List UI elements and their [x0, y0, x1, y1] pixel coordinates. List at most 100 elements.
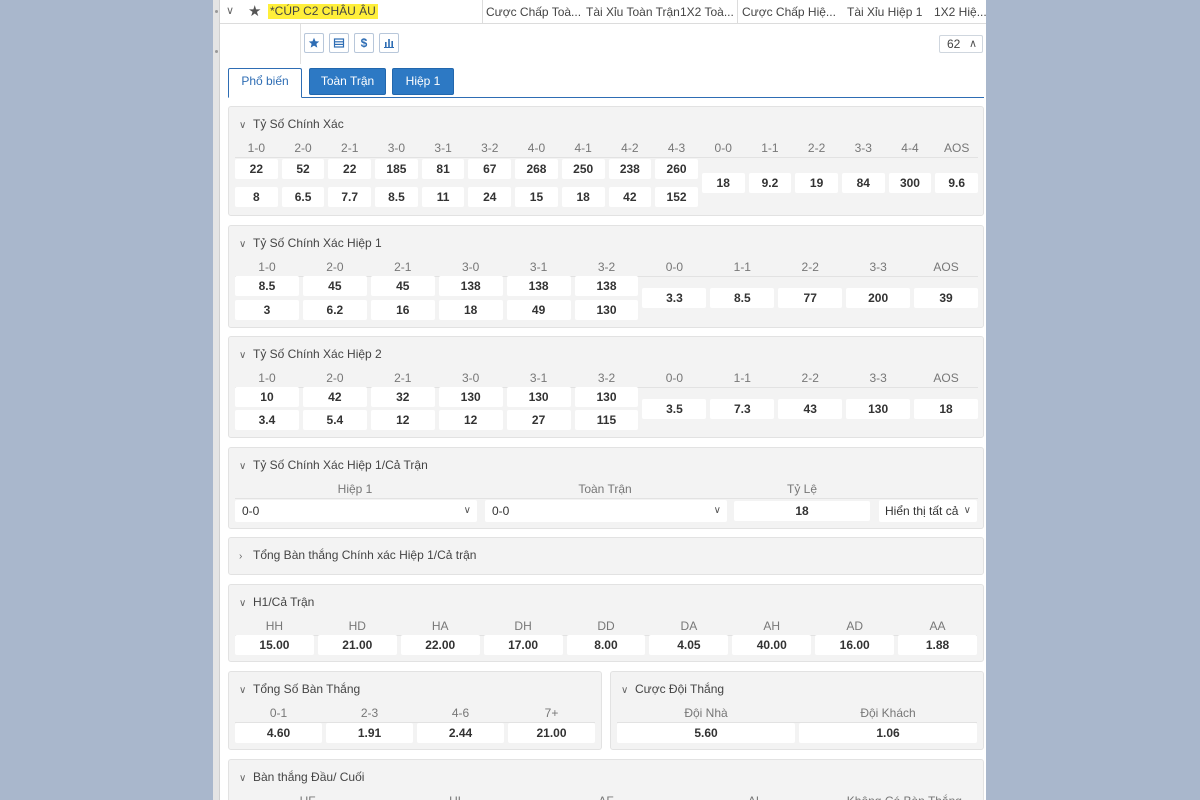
odds-cell[interactable]: 21.00	[508, 723, 595, 743]
odds-cell[interactable]: 3	[235, 300, 299, 320]
odds-cell[interactable]: 238	[608, 159, 652, 179]
section-header[interactable]: ∨ H1/Cả Trận	[239, 595, 314, 609]
odds-cell[interactable]: 130	[846, 398, 911, 419]
column-header[interactable]: 1X2 Hiệ...	[934, 5, 986, 19]
chevron-down-icon[interactable]: ∨	[226, 4, 234, 17]
section-header[interactable]: ∨ Tỷ Số Chính Xác Hiệp 1	[239, 236, 382, 250]
section-header[interactable]: ∨ Tổng Số Bàn Thắng	[239, 682, 360, 696]
dollar-icon[interactable]: $	[354, 33, 374, 53]
odds-cell[interactable]: 22.00	[400, 635, 480, 655]
odds-cell[interactable]: 18	[438, 300, 503, 320]
odds-cell[interactable]: 7.7	[328, 187, 372, 207]
odds-cell[interactable]: 1.06	[799, 723, 977, 743]
odds-cell[interactable]: 1.88	[898, 635, 977, 655]
odds-cell[interactable]: 138	[506, 276, 571, 296]
odds-cell[interactable]: 130	[574, 300, 639, 320]
odds-cell[interactable]: 130	[506, 387, 571, 407]
odds-cell[interactable]: 16.00	[815, 635, 895, 655]
odds-cell[interactable]: 11	[421, 187, 465, 207]
odds-cell[interactable]: 3.3	[642, 288, 707, 308]
odds-cell[interactable]: 32	[370, 387, 435, 407]
favorite-star-button[interactable]	[304, 33, 324, 53]
odds-cell[interactable]: 24	[468, 187, 512, 207]
odds-cell[interactable]: 138	[574, 276, 639, 296]
odds-cell[interactable]: 15.00	[235, 635, 314, 655]
column-header[interactable]: Tài Xỉu Toàn Trận	[586, 5, 680, 19]
odds-cell[interactable]: 49	[506, 300, 571, 320]
odds-cell[interactable]: 67	[468, 159, 512, 179]
odds-cell[interactable]: 21.00	[317, 635, 397, 655]
odds-cell[interactable]: 6.5	[281, 187, 325, 207]
odds-cell[interactable]: 5.4	[302, 410, 367, 430]
odds-cell[interactable]: 185	[375, 159, 418, 179]
odds-cell[interactable]: 18	[561, 187, 605, 207]
odds-cell[interactable]: 10	[235, 387, 299, 407]
odds-cell[interactable]: 17.00	[483, 635, 563, 655]
stats-button[interactable]	[379, 33, 399, 53]
odds-cell[interactable]: 27	[506, 410, 571, 430]
odds-cell[interactable]: 8.5	[710, 288, 775, 308]
odds-cell[interactable]: 115	[574, 410, 639, 430]
odds-cell[interactable]: 2.44	[417, 723, 504, 743]
odds-cell[interactable]: 152	[655, 187, 698, 207]
odds-cell[interactable]: 22	[235, 159, 278, 179]
odds-cell[interactable]: 268	[515, 159, 558, 179]
odds-cell[interactable]: 52	[281, 159, 325, 179]
odds-cell[interactable]: 40.00	[732, 635, 812, 655]
odds-cell[interactable]: 18	[914, 398, 978, 419]
odds-cell[interactable]: 16	[370, 300, 435, 320]
odds-cell[interactable]: 12	[370, 410, 435, 430]
star-icon[interactable]: ★	[248, 2, 261, 20]
odds-cell[interactable]: 130	[438, 387, 503, 407]
odds-cell[interactable]: 22	[328, 159, 372, 179]
league-name[interactable]: *CÚP C2 CHÂU ÂU	[268, 4, 378, 19]
odds-cell[interactable]: 42	[302, 387, 367, 407]
odds-value[interactable]: 18	[734, 501, 870, 521]
odds-cell[interactable]: 5.60	[617, 723, 795, 743]
odds-cell[interactable]: 9.6	[935, 173, 978, 193]
full-match-score-select[interactable]: 0-0 ∨	[485, 500, 727, 522]
section-header[interactable]: ∨ Tỷ Số Chính Xác Hiệp 2	[239, 347, 382, 361]
odds-cell[interactable]: 200	[846, 288, 911, 308]
odds-cell[interactable]: 130	[574, 387, 639, 407]
column-header[interactable]: Cược Chấp Toà...	[486, 5, 581, 19]
odds-cell[interactable]: 4.05	[649, 635, 729, 655]
odds-cell[interactable]: 19	[795, 173, 838, 193]
odds-cell[interactable]: 8	[235, 187, 278, 207]
column-header[interactable]: 1X2 Toà...	[680, 5, 734, 19]
column-header[interactable]: Tài Xỉu Hiệp 1	[847, 5, 922, 19]
first-half-score-select[interactable]: 0-0 ∨	[235, 500, 477, 522]
odds-cell[interactable]: 39	[914, 288, 978, 308]
section-header[interactable]: ∨ Cược Đội Thắng	[621, 682, 724, 696]
odds-cell[interactable]: 45	[302, 276, 367, 296]
odds-cell[interactable]: 1.91	[326, 723, 413, 743]
tab-first-half[interactable]: Hiệp 1	[392, 68, 454, 95]
odds-cell[interactable]: 18	[701, 173, 745, 193]
column-header[interactable]: Cược Chấp Hiệ...	[742, 5, 836, 19]
odds-cell[interactable]: 8.5	[235, 276, 299, 296]
odds-cell[interactable]: 260	[655, 159, 698, 179]
odds-cell[interactable]: 84	[841, 173, 885, 193]
odds-cell[interactable]: 3.4	[235, 410, 299, 430]
odds-cell[interactable]: 45	[370, 276, 435, 296]
list-view-button[interactable]	[329, 33, 349, 53]
odds-cell[interactable]: 8.00	[566, 635, 646, 655]
tab-full-match[interactable]: Toàn Trận	[309, 68, 386, 95]
section-header[interactable]: ∨ Tỷ Số Chính Xác Hiệp 1/Cả Trận	[239, 458, 428, 472]
market-count-toggle[interactable]: 62 ∧	[939, 35, 983, 53]
odds-cell[interactable]: 77	[778, 288, 843, 308]
section-header[interactable]: ∨ Tỷ Số Chính Xác	[239, 117, 344, 131]
odds-cell[interactable]: 8.5	[375, 187, 418, 207]
odds-cell[interactable]: 300	[888, 173, 932, 193]
section-header[interactable]: ∨ Bàn thắng Đầu/ Cuối	[239, 770, 364, 784]
odds-cell[interactable]: 15	[515, 187, 558, 207]
odds-cell[interactable]: 3.5	[642, 398, 707, 419]
odds-cell[interactable]: 250	[561, 159, 605, 179]
show-all-select[interactable]: Hiển thị tất cả ∨	[879, 500, 977, 522]
odds-cell[interactable]: 138	[438, 276, 503, 296]
odds-cell[interactable]: 12	[438, 410, 503, 430]
odds-cell[interactable]: 7.3	[710, 398, 775, 419]
odds-cell[interactable]: 4.60	[235, 723, 322, 743]
odds-cell[interactable]: 6.2	[302, 300, 367, 320]
odds-cell[interactable]: 9.2	[748, 173, 792, 193]
